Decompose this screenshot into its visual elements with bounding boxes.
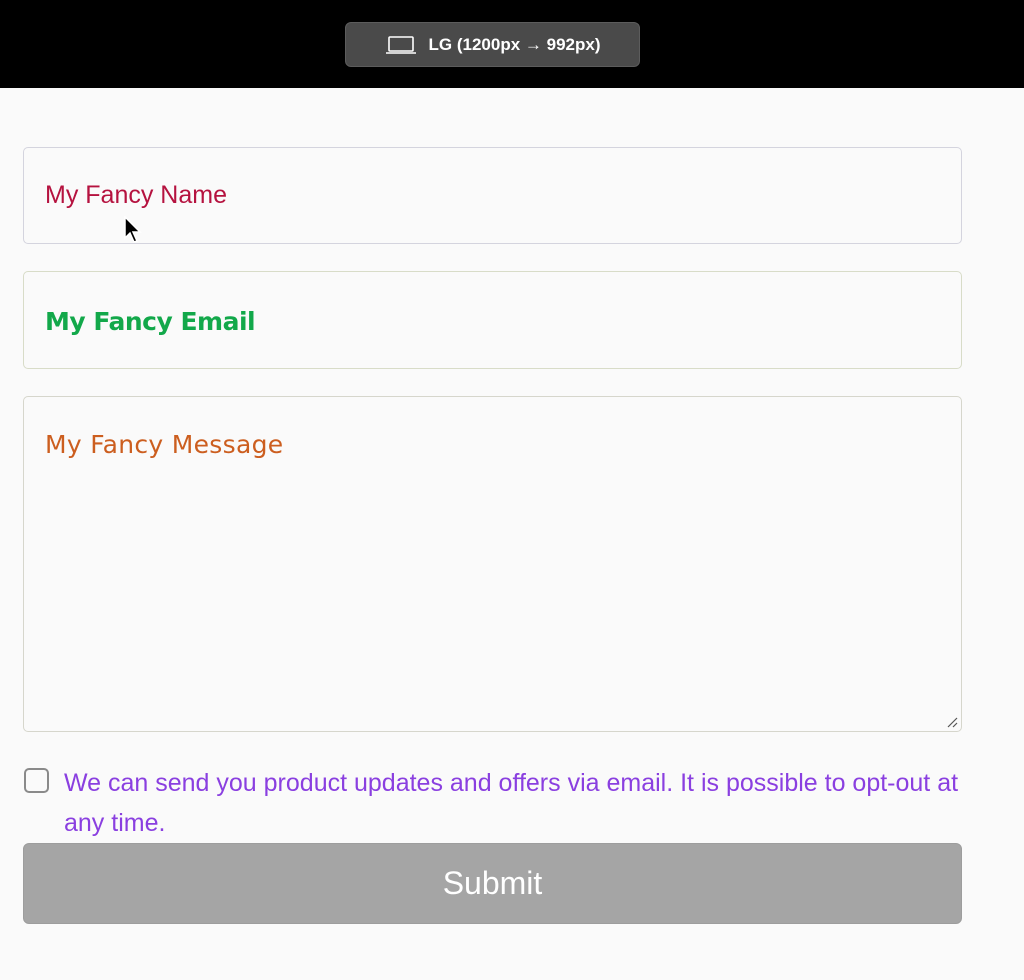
name-field-value: My Fancy Name bbox=[45, 181, 227, 209]
message-textarea[interactable]: My Fancy Message bbox=[23, 396, 962, 732]
contact-form: My Fancy Name My Fancy Email My Fancy Me… bbox=[0, 88, 1024, 980]
email-field[interactable]: My Fancy Email bbox=[23, 271, 962, 369]
consent-label[interactable]: We can send you product updates and offe… bbox=[64, 763, 964, 843]
viewport-size-button[interactable]: LG (1200px → 992px) bbox=[345, 22, 640, 67]
submit-button[interactable]: Submit bbox=[23, 843, 962, 924]
mouse-cursor-icon bbox=[124, 216, 142, 243]
consent-row: We can send you product updates and offe… bbox=[23, 763, 968, 837]
laptop-icon bbox=[385, 35, 416, 54]
name-field[interactable]: My Fancy Name bbox=[23, 147, 962, 244]
email-field-value: My Fancy Email bbox=[45, 307, 256, 336]
consent-checkbox[interactable] bbox=[24, 768, 49, 793]
resize-handle-icon[interactable] bbox=[946, 716, 958, 728]
preview-toolbar: LG (1200px → 992px) bbox=[0, 0, 1024, 88]
viewport-size-label: LG (1200px → 992px) bbox=[428, 34, 601, 54]
message-textarea-value: My Fancy Message bbox=[45, 430, 284, 459]
